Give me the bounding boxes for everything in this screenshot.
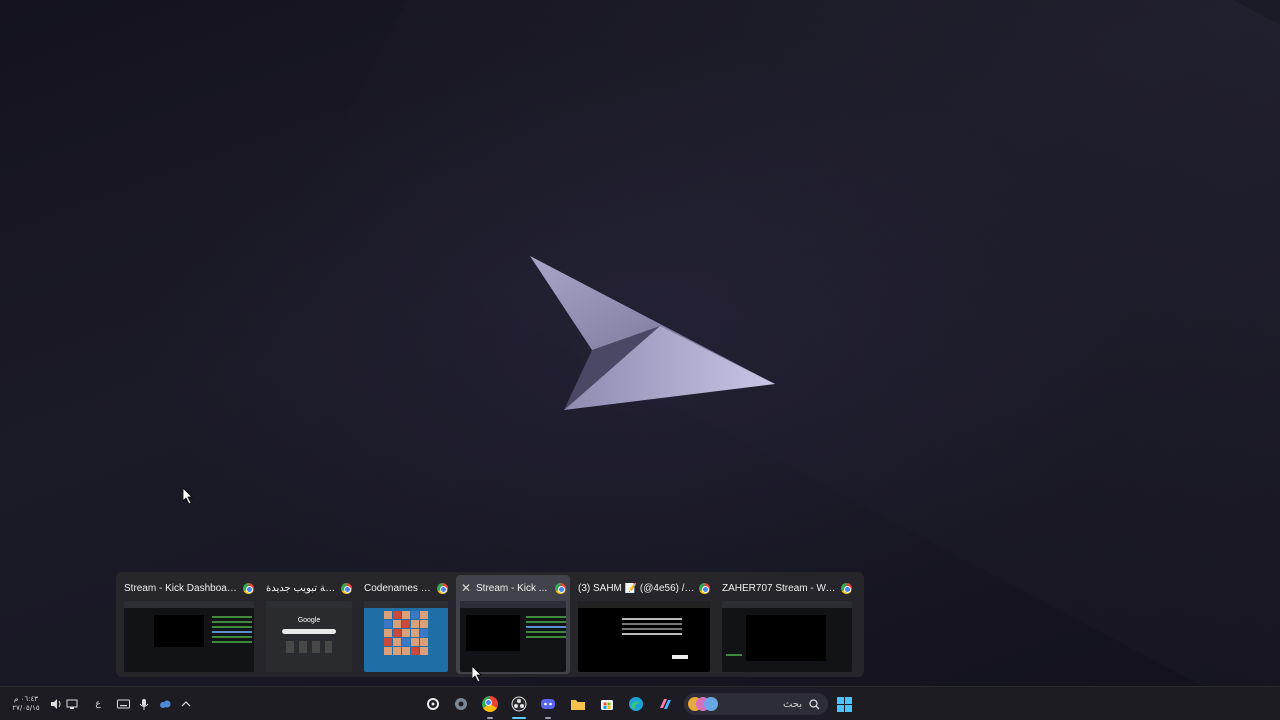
edge-icon[interactable] bbox=[625, 687, 647, 720]
paper-plane-logo bbox=[530, 256, 775, 410]
window-title: (3) SAHM 📝 (@4e56) / X ... bbox=[578, 582, 695, 594]
window-preview[interactable]: Codenames On... bbox=[360, 575, 452, 674]
window-title: علامة تبويب جديدة... bbox=[266, 582, 337, 594]
search-icon bbox=[809, 698, 820, 709]
store-icon[interactable] bbox=[596, 687, 618, 720]
window-preview-image bbox=[364, 601, 448, 672]
chrome-icon bbox=[341, 582, 352, 594]
settings-icon[interactable] bbox=[450, 687, 472, 720]
start-icon[interactable] bbox=[834, 687, 854, 720]
window-preview-hovered[interactable]: ✕ Stream - Kick ... bbox=[456, 575, 570, 674]
obs-icon[interactable] bbox=[508, 687, 530, 720]
chrome-icon[interactable] bbox=[479, 687, 501, 720]
chrome-icon bbox=[699, 582, 710, 594]
speaker-icon[interactable] bbox=[48, 687, 64, 720]
search-box[interactable]: بحث bbox=[684, 693, 828, 715]
chrome-icon bbox=[437, 582, 448, 594]
search-placeholder: بحث bbox=[782, 698, 802, 710]
close-icon[interactable]: ✕ bbox=[460, 581, 472, 595]
window-preview-image bbox=[578, 601, 710, 672]
window-title: ZAHER707 Stream - Watch... bbox=[722, 582, 837, 594]
file-explorer-icon[interactable] bbox=[567, 687, 589, 720]
window-preview[interactable]: Stream - Kick Dashboard -... bbox=[120, 575, 258, 674]
window-preview-image bbox=[722, 601, 852, 672]
steelseries-icon[interactable] bbox=[422, 687, 444, 720]
language-label: ع bbox=[95, 698, 101, 709]
chrome-window-previews: Stream - Kick Dashboard -... علامة تبويب… bbox=[116, 572, 864, 677]
window-preview-image: Google bbox=[266, 601, 352, 672]
discord-icon[interactable] bbox=[537, 687, 559, 720]
window-title: Stream - Kick Dashboard -... bbox=[124, 582, 239, 594]
window-preview-image bbox=[124, 601, 254, 672]
window-title: Codenames On... bbox=[364, 582, 433, 594]
microphone-icon[interactable] bbox=[136, 687, 152, 720]
window-preview[interactable]: ZAHER707 Stream - Watch... bbox=[718, 575, 856, 674]
copilot-icon[interactable] bbox=[654, 687, 676, 720]
mouse-cursor-icon bbox=[472, 666, 482, 682]
chrome-icon bbox=[555, 582, 566, 594]
notification-icon[interactable] bbox=[64, 687, 80, 720]
window-preview[interactable]: (3) SAHM 📝 (@4e56) / X ... bbox=[574, 575, 714, 674]
taskbar: ٠٦:٤٣ م ٢٧/٠٥/١٥ ع بحث bbox=[0, 686, 1280, 720]
chrome-icon bbox=[841, 582, 852, 594]
clock[interactable]: ٠٦:٤٣ م ٢٧/٠٥/١٥ bbox=[6, 687, 46, 720]
window-preview[interactable]: علامة تبويب جديدة... Google bbox=[262, 575, 356, 674]
language-indicator[interactable]: ع bbox=[90, 687, 106, 720]
keyboard-icon[interactable] bbox=[114, 687, 132, 720]
window-title: Stream - Kick ... bbox=[476, 582, 548, 594]
chrome-icon bbox=[243, 582, 254, 594]
window-preview-image bbox=[460, 601, 566, 672]
mouse-cursor-icon bbox=[183, 488, 193, 504]
chevron-up-icon[interactable] bbox=[178, 687, 194, 720]
clock-date: ٢٧/٠٥/١٥ bbox=[12, 704, 40, 712]
cloud-icon[interactable] bbox=[156, 687, 174, 720]
clock-time: ٠٦:٤٣ م bbox=[14, 695, 38, 703]
